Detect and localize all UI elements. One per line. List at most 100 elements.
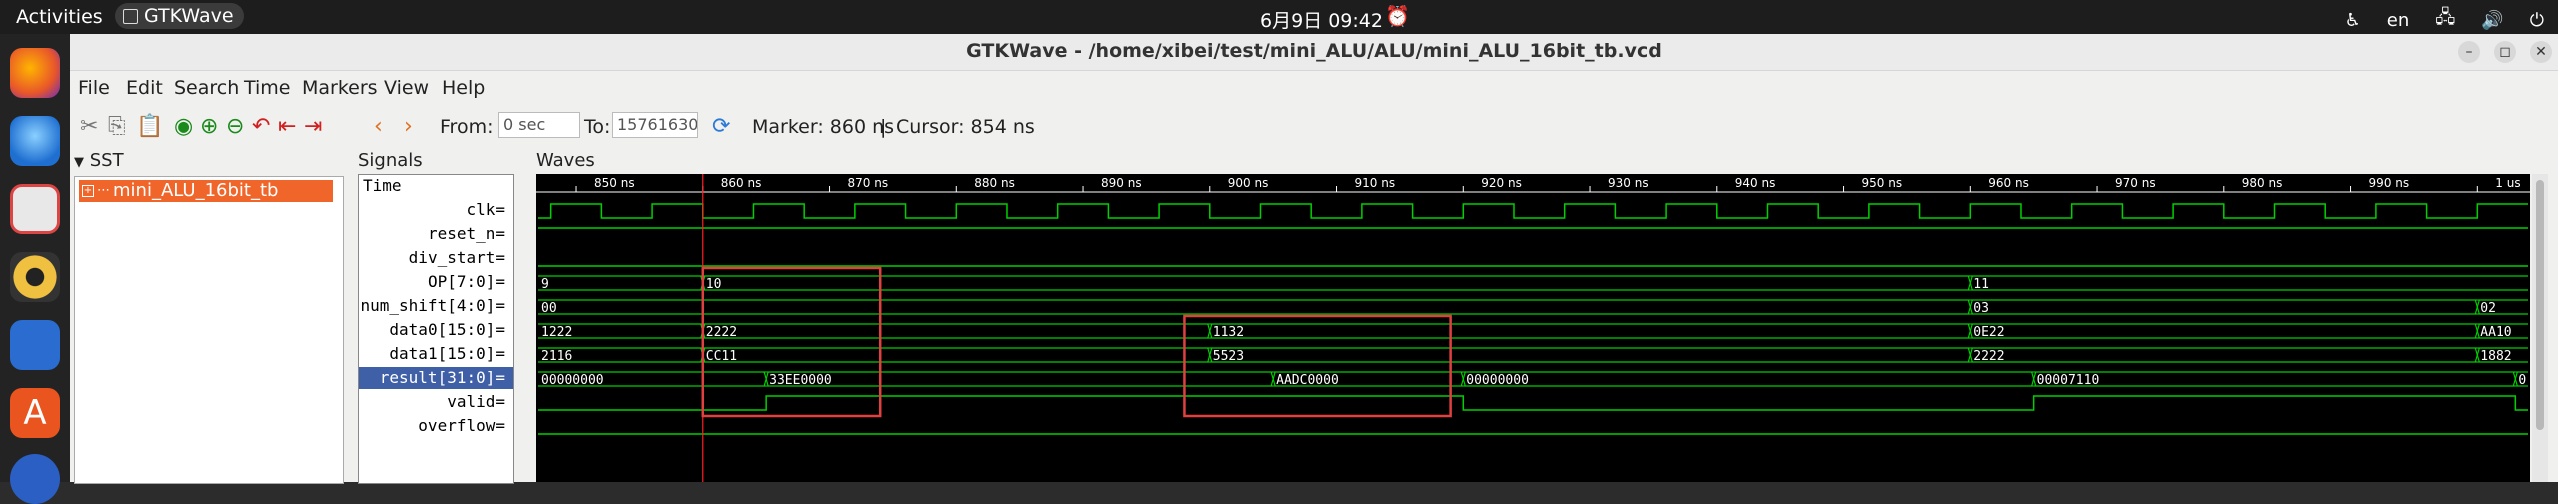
time-tick-label: 970 ns xyxy=(2115,176,2156,190)
bus-value-num_shift: 03 xyxy=(1973,301,1989,316)
close-button[interactable]: ✕ xyxy=(2530,41,2552,63)
minimize-button[interactable]: – xyxy=(2458,41,2480,63)
help-icon[interactable] xyxy=(10,454,60,504)
accessibility-icon[interactable]: ♿ xyxy=(2345,10,2361,31)
bus-value-data1: CC11 xyxy=(706,349,737,364)
time-tick-label: 930 ns xyxy=(1608,176,1649,190)
vertical-scrollbar[interactable] xyxy=(2532,174,2548,482)
time-tick-label: 870 ns xyxy=(848,176,889,190)
cursor-readout: Cursor: 854 ns xyxy=(896,116,1035,138)
writer-icon[interactable] xyxy=(10,320,60,370)
time-tick-label: 1 us xyxy=(2495,176,2520,190)
app-name: GTKWave xyxy=(144,5,234,27)
time-tick-label: 920 ns xyxy=(1481,176,1522,190)
app-center-icon[interactable]: A xyxy=(10,388,60,438)
bus-value-result: 00000000 xyxy=(541,373,604,388)
expander-icon[interactable]: ▼ xyxy=(74,155,84,170)
signal-row-reset-n[interactable]: reset_n= xyxy=(359,223,513,245)
firefox-icon[interactable] xyxy=(10,48,60,98)
bus-value-data0: 0E22 xyxy=(1973,325,2004,340)
bus-value-data1: 2116 xyxy=(541,349,572,364)
module-icon: ⋯ xyxy=(97,183,110,198)
alarm-icon: ⏰ xyxy=(1385,4,1410,28)
system-top-bar: Activities GTKWave 6月9日 09:42 ⏰ ♿ en 🖧 🔊… xyxy=(0,0,2558,34)
signal-row-data0[interactable]: data0[15:0]= xyxy=(359,319,513,341)
cut-icon[interactable]: ✂ xyxy=(80,114,98,139)
network-icon[interactable]: 🖧 xyxy=(2435,5,2455,35)
signal-row-result[interactable]: result[31:0]= xyxy=(359,367,513,389)
signal-row-valid[interactable]: valid= xyxy=(359,391,513,413)
scrollbar-thumb[interactable] xyxy=(2536,180,2544,430)
zoom-fit-icon[interactable]: ◉ xyxy=(174,114,193,139)
menu-search[interactable]: Search xyxy=(174,77,239,99)
bus-value-op: 11 xyxy=(1973,277,1989,292)
language-indicator[interactable]: en xyxy=(2387,10,2409,31)
rhythmbox-icon[interactable] xyxy=(10,252,60,302)
signal-row-overflow[interactable]: overflow= xyxy=(359,415,513,437)
menu-file[interactable]: File xyxy=(78,77,110,99)
next-edge-icon[interactable]: › xyxy=(404,114,413,139)
clock[interactable]: 6月9日 09:42 xyxy=(1260,6,1383,33)
menu-edit[interactable]: Edit xyxy=(126,77,163,99)
zoom-out-icon[interactable]: ⊖ xyxy=(226,114,244,139)
signal-row-op[interactable]: OP[7:0]= xyxy=(359,271,513,293)
time-tick-label: 980 ns xyxy=(2242,176,2283,190)
signal-row-data1[interactable]: data1[15:0]= xyxy=(359,343,513,365)
time-label: Time xyxy=(363,176,402,195)
menu-help[interactable]: Help xyxy=(442,77,485,99)
sst-header[interactable]: ▼ SST xyxy=(74,150,344,176)
bus-value-result: AADC0000 xyxy=(1276,373,1339,388)
bus-value-data1: 5523 xyxy=(1213,349,1244,364)
bus-value-result: 0 xyxy=(2518,373,2526,388)
sst-item-mini-alu-tb[interactable]: + ⋯ mini_ALU_16bit_tb xyxy=(79,180,333,202)
zoom-start-icon[interactable]: ⇤ xyxy=(278,114,296,139)
menu-view[interactable]: View xyxy=(384,77,429,99)
time-tick-label: 860 ns xyxy=(721,176,762,190)
bus-value-data0: AA10 xyxy=(2480,325,2511,340)
from-input[interactable]: 0 sec xyxy=(498,112,580,138)
time-tick-label: 890 ns xyxy=(1101,176,1142,190)
reload-icon[interactable]: ⟳ xyxy=(712,114,730,139)
activities-button[interactable]: Activities xyxy=(16,6,103,28)
files-icon[interactable] xyxy=(10,184,60,234)
marker-readout: Marker: 860 ns xyxy=(752,116,895,138)
volume-icon[interactable]: 🔊 xyxy=(2481,10,2503,31)
menu-time[interactable]: Time xyxy=(244,77,291,99)
bus-value-num_shift: 00 xyxy=(541,301,557,316)
signals-list: Time clk= reset_n= div_start= OP[7:0]= n… xyxy=(358,174,514,484)
thunderbird-icon[interactable] xyxy=(10,116,60,166)
wave-canvas[interactable]: 850 ns 860 ns 870 ns 880 ns 890 ns 900 ns 910 … xyxy=(536,174,2530,482)
bus-value-op: 10 xyxy=(706,277,722,292)
bus-value-data1: 1882 xyxy=(2480,349,2511,364)
clk-trace xyxy=(538,203,2528,219)
signal-row-clk[interactable]: clk= xyxy=(359,199,513,221)
maximize-button[interactable]: ◻ xyxy=(2494,41,2516,63)
undo-zoom-icon[interactable]: ↶ xyxy=(252,114,270,139)
to-input[interactable]: 15761630 xyxy=(612,112,698,138)
waves-header: Waves xyxy=(536,150,595,171)
signal-row-div-start[interactable]: div_start= xyxy=(359,247,513,269)
zoom-end-icon[interactable]: ⇥ xyxy=(304,114,322,139)
time-tick-label: 900 ns xyxy=(1228,176,1269,190)
zoom-in-icon[interactable]: ⊕ xyxy=(200,114,218,139)
to-label: To: xyxy=(584,116,611,138)
window-title: GTKWave - /home/xibei/test/mini_ALU/ALU/… xyxy=(966,40,1662,62)
bus-value-result: 33EE0000 xyxy=(769,373,832,388)
bus-value-data0: 2222 xyxy=(706,325,737,340)
paste-icon[interactable]: 📋 xyxy=(136,114,163,139)
signal-row-num-shift[interactable]: num_shift[4:0]= xyxy=(359,295,513,317)
time-tick-label: 850 ns xyxy=(594,176,635,190)
app-menu-button[interactable]: GTKWave xyxy=(115,3,244,29)
time-tick-label: 940 ns xyxy=(1735,176,1776,190)
expand-box-icon[interactable]: + xyxy=(82,185,94,197)
menu-markers[interactable]: Markers xyxy=(302,77,378,99)
readout-separator: | xyxy=(880,116,887,138)
sst-tree: + ⋯ mini_ALU_16bit_tb xyxy=(74,176,344,484)
power-icon[interactable]: ⏻ xyxy=(2530,10,2544,31)
bus-value-result: 00000000 xyxy=(1466,373,1529,388)
copy-icon[interactable]: ⎘ xyxy=(108,114,126,139)
bus-value-data1: 2222 xyxy=(1973,349,2004,364)
previous-edge-icon[interactable]: ‹ xyxy=(374,114,383,139)
waveform-svg[interactable]: 850 ns 860 ns 870 ns 880 ns 890 ns 900 ns 910 … xyxy=(536,174,2530,482)
time-tick-label: 960 ns xyxy=(1988,176,2029,190)
